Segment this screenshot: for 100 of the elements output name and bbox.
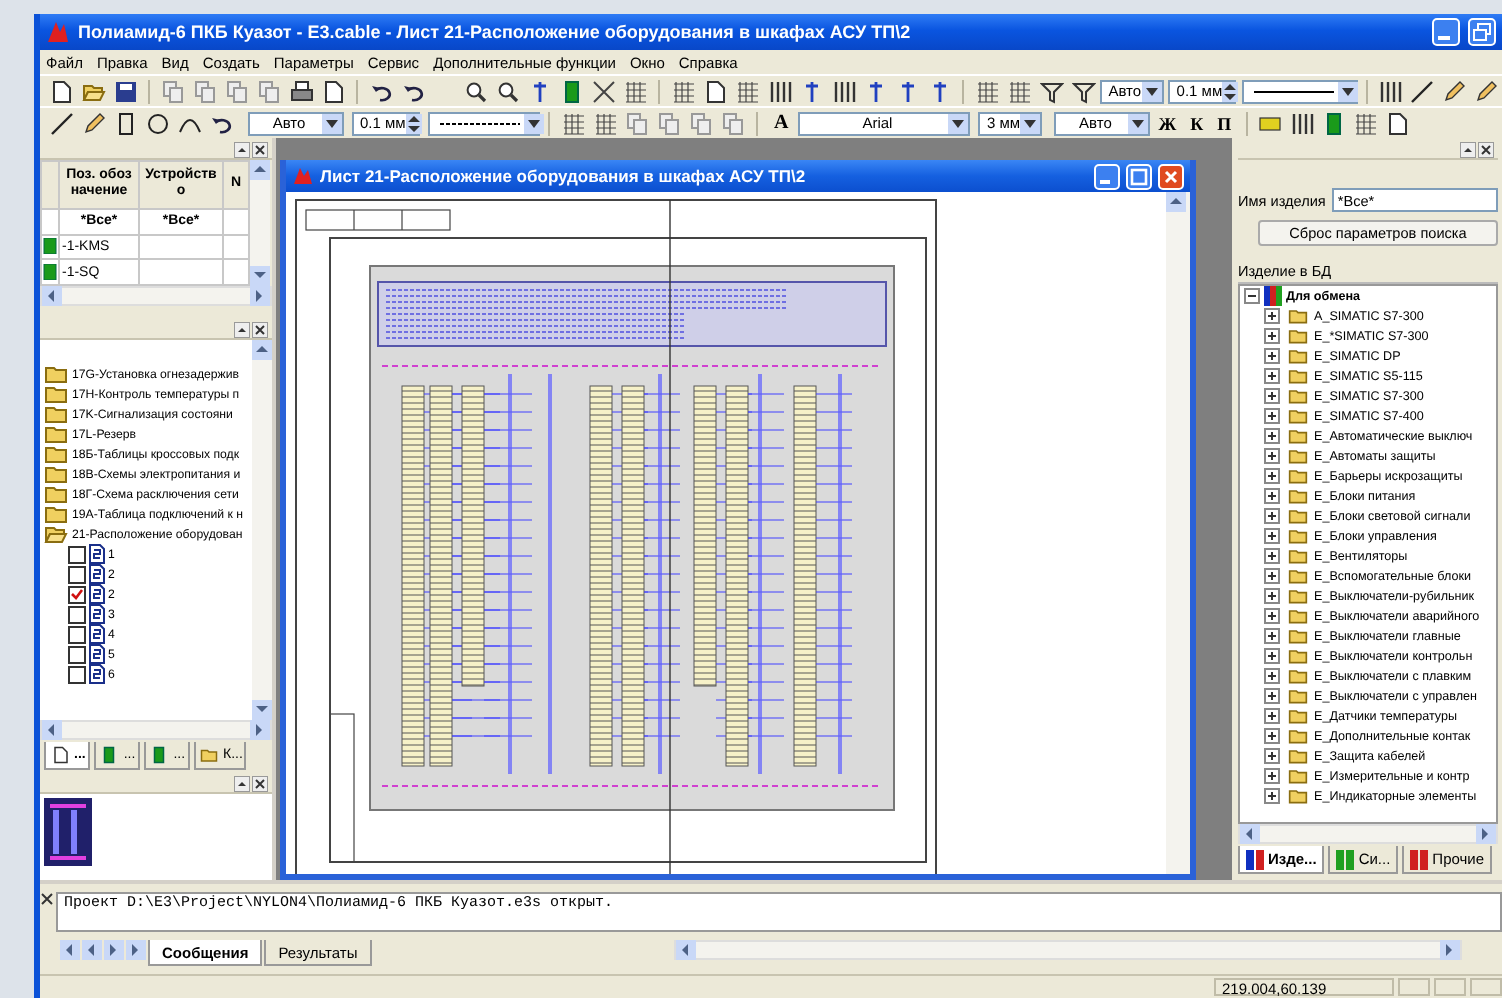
expand-toggle[interactable]	[1264, 648, 1280, 664]
line-icon[interactable]	[1410, 79, 1435, 103]
pane-collapse-button[interactable]	[234, 776, 250, 792]
checkbox[interactable]	[68, 645, 86, 663]
color-icon[interactable]	[1258, 111, 1283, 135]
expand-toggle[interactable]	[1264, 728, 1280, 744]
expand-toggle[interactable]	[1264, 608, 1280, 624]
grid-icon[interactable]	[1007, 79, 1032, 103]
scroll-left-button[interactable]	[675, 940, 696, 960]
close-button[interactable]	[1158, 163, 1184, 189]
scroll-left-button[interactable]	[42, 286, 62, 306]
expand-toggle[interactable]	[1264, 468, 1280, 484]
expand-toggle[interactable]	[1264, 768, 1280, 784]
scroll-right-button[interactable]	[250, 286, 270, 306]
file-icon[interactable]	[51, 746, 69, 764]
folder-icon[interactable]	[43, 502, 67, 526]
text-style-button[interactable]: П	[1217, 113, 1232, 133]
bars-icon[interactable]	[767, 79, 792, 103]
grid-icon[interactable]	[561, 111, 585, 135]
funnel-icon[interactable]	[1039, 79, 1064, 103]
folder-icon[interactable]	[43, 402, 67, 426]
folder-icon[interactable]	[43, 422, 67, 446]
font-icon[interactable]: A	[774, 112, 789, 134]
expand-toggle[interactable]	[1264, 628, 1280, 644]
pane-collapse-button[interactable]	[1460, 142, 1476, 158]
scroll-left-button[interactable]	[42, 720, 62, 740]
expand-toggle[interactable]	[1264, 368, 1280, 384]
restore-button[interactable]	[1468, 18, 1496, 46]
expand-toggle[interactable]	[1264, 348, 1280, 364]
text-style-button[interactable]: К	[1190, 113, 1204, 133]
expand-toggle[interactable]	[1264, 788, 1280, 804]
grid-icon[interactable]	[623, 79, 648, 103]
grid-icon[interactable]	[975, 79, 1000, 103]
circle-icon[interactable]	[145, 111, 169, 135]
checkbox[interactable]	[68, 545, 86, 563]
line-icon[interactable]	[49, 111, 73, 135]
checkbox[interactable]	[68, 665, 86, 683]
folder-icon[interactable]	[43, 382, 67, 406]
grid-icon[interactable]	[735, 79, 760, 103]
expand-toggle[interactable]	[1264, 588, 1280, 604]
expand-toggle[interactable]	[1264, 688, 1280, 704]
checkbox[interactable]	[68, 565, 86, 583]
folder-icon[interactable]	[43, 462, 67, 486]
checkbox[interactable]	[68, 625, 86, 643]
pane-close-button[interactable]	[252, 776, 268, 792]
bars-icon[interactable]	[1290, 111, 1315, 135]
open-folder-icon[interactable]	[43, 522, 67, 546]
checkbox[interactable]	[68, 585, 86, 603]
grid-icon[interactable]	[593, 111, 617, 135]
pane-collapse-button[interactable]	[234, 142, 250, 158]
pane-collapse-button[interactable]	[234, 322, 250, 338]
folder-icon[interactable]	[43, 362, 67, 386]
expand-toggle[interactable]	[1264, 528, 1280, 544]
funnel-icon[interactable]	[1071, 79, 1096, 103]
scroll-right-button[interactable]	[1476, 824, 1496, 844]
next-tab-button[interactable]	[104, 940, 124, 960]
cross-icon[interactable]	[591, 79, 616, 103]
grid-icon[interactable]	[671, 79, 696, 103]
expand-toggle[interactable]	[1264, 568, 1280, 584]
pane-close-button[interactable]	[252, 142, 268, 158]
grid-icon[interactable]	[1354, 111, 1379, 135]
bars-icon[interactable]	[831, 79, 856, 103]
folder-icon[interactable]	[43, 482, 67, 506]
scroll-up-button[interactable]	[1166, 192, 1186, 212]
text-style-button[interactable]: Ж	[1158, 113, 1177, 133]
bars-icon[interactable]	[1378, 79, 1403, 103]
previous-tab-button[interactable]	[82, 940, 102, 960]
expand-toggle[interactable]	[1264, 448, 1280, 464]
open-folder-icon[interactable]	[81, 79, 105, 103]
rectangle-icon[interactable]	[113, 111, 137, 135]
expand-toggle[interactable]	[1264, 488, 1280, 504]
scroll-right-button[interactable]	[250, 720, 270, 740]
expand-toggle[interactable]	[1264, 308, 1280, 324]
pane-close-button[interactable]	[252, 322, 268, 338]
first-tab-button[interactable]	[60, 940, 80, 960]
expand-toggle[interactable]	[1264, 548, 1280, 564]
scroll-down-button[interactable]	[252, 700, 272, 720]
zoom-icon[interactable]	[495, 79, 520, 103]
expand-toggle[interactable]	[1264, 668, 1280, 684]
minimize-button[interactable]	[1432, 18, 1460, 46]
expand-toggle[interactable]	[1264, 408, 1280, 424]
scroll-down-button[interactable]	[250, 266, 270, 286]
last-tab-button[interactable]	[126, 940, 146, 960]
expand-toggle[interactable]	[1264, 748, 1280, 764]
folder-icon[interactable]	[200, 746, 219, 764]
print-icon[interactable]	[289, 79, 313, 103]
close-icon[interactable]	[40, 892, 54, 906]
expand-toggle[interactable]	[1264, 328, 1280, 344]
minimize-button[interactable]	[1094, 163, 1120, 189]
checkbox[interactable]	[68, 605, 86, 623]
zoom-icon[interactable]	[463, 79, 488, 103]
expand-toggle[interactable]	[1264, 388, 1280, 404]
dash-style-dropdown[interactable]	[428, 111, 540, 135]
scroll-up-button[interactable]	[252, 340, 272, 360]
pane-close-button[interactable]	[1478, 142, 1494, 158]
folder-icon[interactable]	[43, 442, 67, 466]
scroll-up-button[interactable]	[250, 160, 270, 180]
collapse-toggle[interactable]	[1244, 288, 1260, 304]
expand-toggle[interactable]	[1264, 508, 1280, 524]
expand-toggle[interactable]	[1264, 428, 1280, 444]
